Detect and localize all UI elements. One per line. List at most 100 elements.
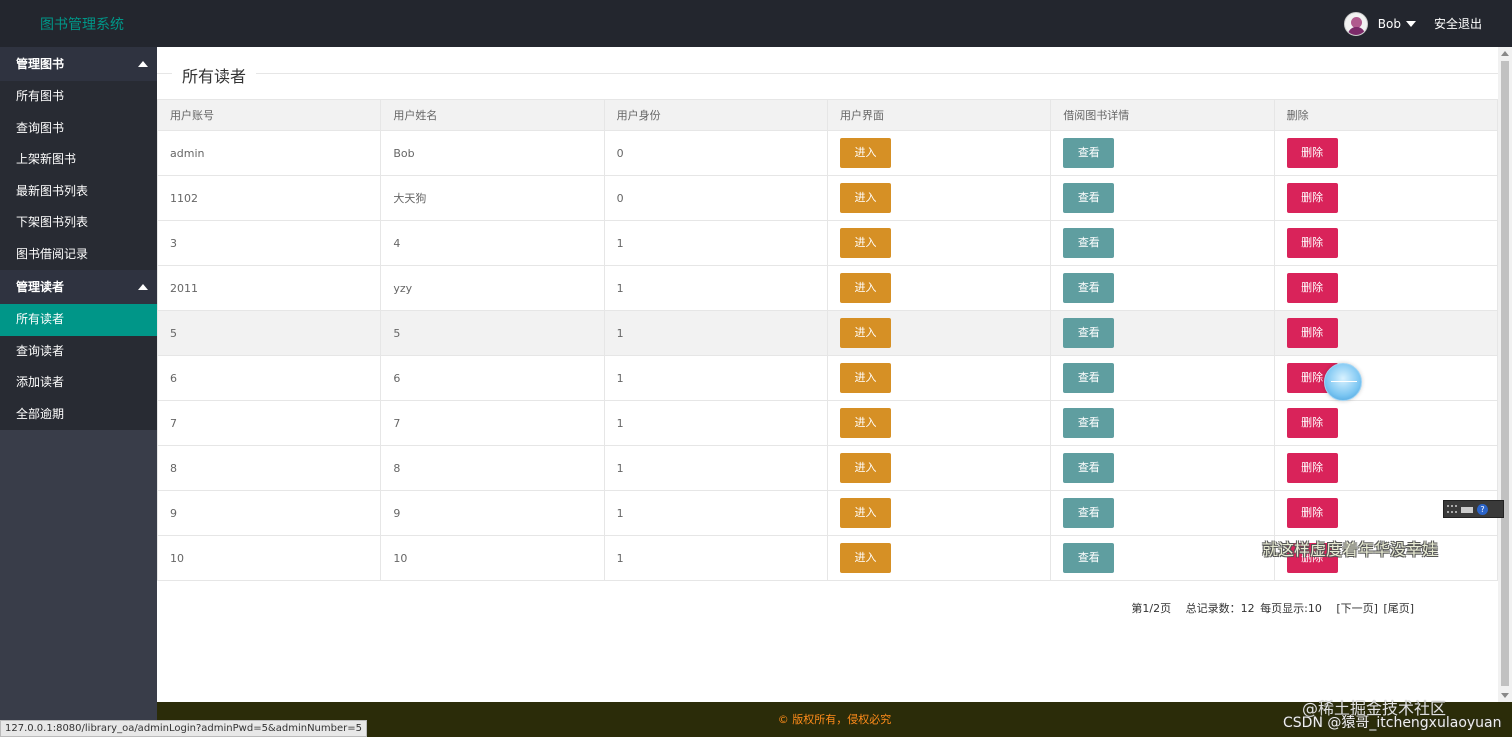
enter-button[interactable]: 进入 [839, 363, 891, 393]
delete-button[interactable]: 删除 [1286, 498, 1338, 528]
cell-name: 9 [380, 490, 605, 536]
logout-link[interactable]: 安全退出 [1434, 15, 1482, 32]
readers-table: 用户账号 用户姓名 用户身份 用户界面 借阅图书详情 删除 admin Bob 0 进… [156, 99, 1499, 581]
delete-button[interactable]: 删除 [1286, 183, 1338, 213]
enter-button[interactable]: 进入 [839, 453, 891, 483]
enter-button[interactable]: 进入 [839, 498, 891, 528]
delete-button[interactable]: 删除 [1286, 453, 1338, 483]
wave-icon [1331, 381, 1357, 382]
sidebar-item-all-readers[interactable]: 所有读者 [0, 304, 157, 336]
avatar[interactable] [1343, 11, 1368, 36]
cell-action: 删除 [1273, 265, 1499, 311]
cell-action: 进入 [826, 310, 1052, 356]
cell-action: 查看 [1050, 400, 1275, 446]
sidebar-item-all-overdue[interactable]: 全部逾期 [0, 399, 157, 431]
cell-name: yzy [380, 265, 605, 311]
view-button[interactable]: 查看 [1063, 363, 1115, 393]
page-scrollbar[interactable] [1498, 47, 1512, 702]
sidebar-item-search-books[interactable]: 查询图书 [0, 113, 157, 145]
legend-divider [157, 73, 1498, 74]
sidebar-item-add-reader[interactable]: 添加读者 [0, 367, 157, 399]
scroll-down-icon[interactable] [1501, 693, 1509, 698]
grip-icon[interactable] [1447, 505, 1457, 513]
table-row: 2011 yzy 1 进入 查看 删除 [156, 265, 1499, 311]
avatar-body [1347, 26, 1365, 35]
watermark-csdn: CSDN @猿哥_itchengxulaoyuan [1283, 715, 1502, 731]
help-icon[interactable]: ? [1477, 504, 1488, 515]
sidebar-item-add-book[interactable]: 上架新图书 [0, 144, 157, 176]
table-header-row: 用户账号 用户姓名 用户身份 用户界面 借阅图书详情 删除 [156, 99, 1499, 131]
sidebar-list-books: 所有图书 查询图书 上架新图书 最新图书列表 下架图书列表 图书借阅记录 [0, 81, 157, 270]
enter-button[interactable]: 进入 [839, 408, 891, 438]
view-button[interactable]: 查看 [1063, 453, 1115, 483]
table-row: admin Bob 0 进入 查看 删除 [156, 130, 1499, 176]
cell-role: 1 [603, 445, 828, 491]
column-header-role: 用户身份 [603, 99, 828, 131]
table-row: 5 5 1 进入 查看 删除 [156, 310, 1499, 356]
view-button[interactable]: 查看 [1063, 138, 1115, 168]
cell-role: 1 [603, 490, 828, 536]
cell-role: 1 [603, 310, 828, 356]
table-row: 8 8 1 进入 查看 删除 [156, 445, 1499, 491]
user-area: Bob 安全退出 [1343, 0, 1482, 47]
sidebar-item-search-readers[interactable]: 查询读者 [0, 336, 157, 368]
cell-action: 查看 [1050, 265, 1275, 311]
enter-button[interactable]: 进入 [839, 228, 891, 258]
scroll-up-icon[interactable] [1501, 51, 1509, 56]
sidebar-group-readers[interactable]: 管理读者 [0, 270, 157, 304]
cell-role: 1 [603, 355, 828, 401]
cell-action: 删除 [1273, 400, 1499, 446]
view-button[interactable]: 查看 [1063, 543, 1115, 573]
ime-toolbar[interactable]: ? [1443, 500, 1504, 518]
app-logo[interactable]: 图书管理系统 [40, 14, 124, 34]
enter-button[interactable]: 进入 [839, 318, 891, 348]
table-row: 9 9 1 进入 查看 删除 [156, 490, 1499, 536]
cell-account: 6 [156, 355, 382, 401]
user-name[interactable]: Bob [1378, 17, 1401, 31]
next-page-link[interactable]: [下一页] [1336, 602, 1378, 615]
delete-button[interactable]: 删除 [1286, 318, 1338, 348]
cell-role: 1 [603, 400, 828, 446]
cell-action: 查看 [1050, 535, 1275, 581]
delete-button[interactable]: 删除 [1286, 408, 1338, 438]
main-content: 所有读者 用户账号 用户姓名 用户身份 用户界面 借阅图书详情 删除 admin… [156, 47, 1499, 702]
cell-action: 进入 [826, 490, 1052, 536]
cell-name: Bob [380, 130, 605, 176]
cell-action: 查看 [1050, 490, 1275, 536]
cell-action: 进入 [826, 175, 1052, 221]
delete-button[interactable]: 删除 [1286, 273, 1338, 303]
last-page-link[interactable]: [尾页] [1383, 602, 1414, 615]
view-button[interactable]: 查看 [1063, 318, 1115, 348]
cell-action: 删除 [1273, 175, 1499, 221]
view-button[interactable]: 查看 [1063, 183, 1115, 213]
view-button[interactable]: 查看 [1063, 228, 1115, 258]
status-bar-url: 127.0.0.1:8080/library_oa/adminLogin?adm… [0, 720, 367, 737]
delete-button[interactable]: 删除 [1286, 228, 1338, 258]
scrollbar-thumb[interactable] [1501, 61, 1509, 686]
enter-button[interactable]: 进入 [839, 273, 891, 303]
copyright-text: © 版权所有，侵权必究 [777, 713, 892, 726]
cell-action: 删除 [1273, 355, 1499, 401]
column-header-borrow-details: 借阅图书详情 [1050, 99, 1275, 131]
sidebar-item-removed-books[interactable]: 下架图书列表 [0, 207, 157, 239]
sidebar-item-all-books[interactable]: 所有图书 [0, 81, 157, 113]
cell-action: 查看 [1050, 220, 1275, 266]
chevron-down-icon[interactable] [1405, 20, 1416, 27]
enter-button[interactable]: 进入 [839, 543, 891, 573]
delete-button[interactable]: 删除 [1286, 138, 1338, 168]
pagination: 第1/2页 总记录数：12 每页显示:10 [下一页] [尾页] [1131, 600, 1414, 616]
column-header-user-page: 用户界面 [826, 99, 1052, 131]
sidebar-item-borrow-records[interactable]: 图书借阅记录 [0, 239, 157, 271]
keyboard-icon[interactable] [1461, 507, 1473, 513]
sidebar-item-newest-books[interactable]: 最新图书列表 [0, 176, 157, 208]
page-title: 所有读者 [172, 63, 257, 87]
view-button[interactable]: 查看 [1063, 408, 1115, 438]
sidebar-group-books[interactable]: 管理图书 [0, 47, 157, 81]
floating-ball-widget[interactable] [1324, 363, 1362, 401]
enter-button[interactable]: 进入 [839, 138, 891, 168]
cell-action: 查看 [1050, 445, 1275, 491]
enter-button[interactable]: 进入 [839, 183, 891, 213]
view-button[interactable]: 查看 [1063, 273, 1115, 303]
column-header-account: 用户账号 [156, 99, 382, 131]
view-button[interactable]: 查看 [1063, 498, 1115, 528]
